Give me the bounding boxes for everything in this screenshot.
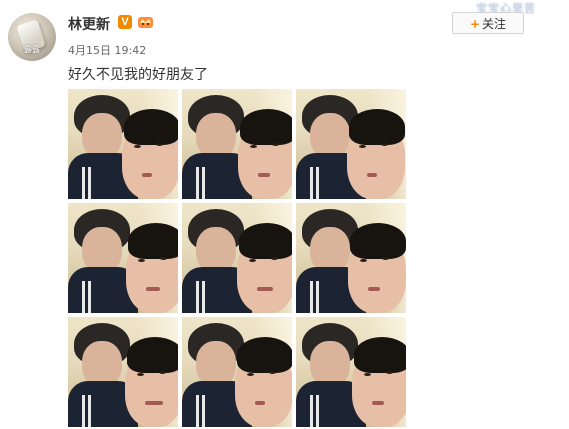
post-timestamp[interactable]: 4月15日 19:42 xyxy=(68,42,146,58)
photo-grid xyxy=(68,89,406,427)
follow-label: 关注 xyxy=(482,17,507,31)
photo-thumbnail[interactable] xyxy=(296,317,406,427)
photo-thumbnail[interactable] xyxy=(296,203,406,313)
username[interactable]: 林更新 xyxy=(68,14,110,34)
avatar[interactable]: 露露 xyxy=(8,13,56,61)
follow-button[interactable]: + 关注 xyxy=(452,12,524,34)
photo-thumbnail[interactable] xyxy=(182,203,292,313)
photo-thumbnail[interactable] xyxy=(296,89,406,199)
verified-v-icon[interactable]: V xyxy=(118,15,132,29)
photo-thumbnail[interactable] xyxy=(68,203,178,313)
photo-thumbnail[interactable] xyxy=(182,89,292,199)
post-text: 好久不见我的好朋友了 xyxy=(68,67,208,83)
photo-thumbnail[interactable] xyxy=(182,317,292,427)
plus-icon: + xyxy=(469,17,481,31)
avatar-caption: 露露 xyxy=(24,45,40,54)
member-crown-icon[interactable] xyxy=(137,14,154,29)
photo-thumbnail[interactable] xyxy=(68,89,178,199)
photo-thumbnail[interactable] xyxy=(68,317,178,427)
